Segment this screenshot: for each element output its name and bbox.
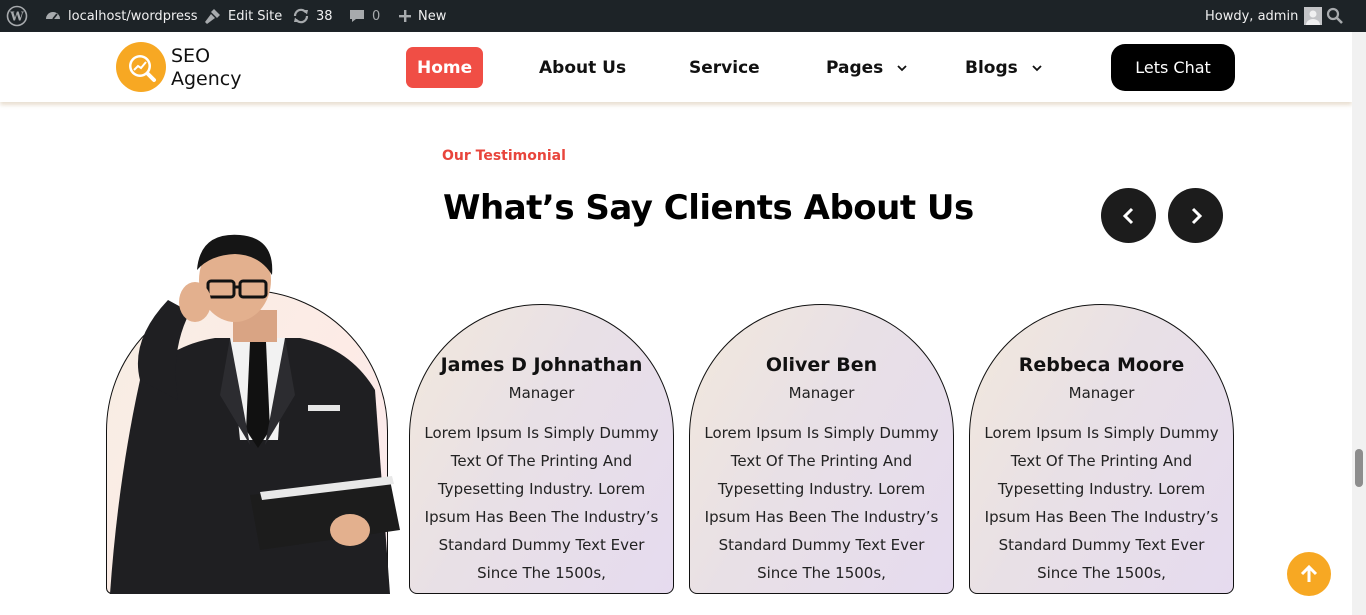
nav-about[interactable]: About Us [539,47,626,88]
section-eyebrow: Our Testimonial [442,148,566,164]
testimonial-name: Rebbeca Moore [1018,354,1185,376]
nav-pages-label: Pages [826,57,884,78]
edit-site-link[interactable]: Edit Site [202,0,282,32]
avatar-icon [1304,7,1323,25]
howdy-text: Howdy, admin [1205,8,1299,24]
nav-about-label: About Us [539,57,627,78]
logo-text[interactable]: SEO Agency [171,45,241,91]
scrollbar-thumb[interactable] [1355,449,1363,487]
chevron-right-icon [1191,207,1202,224]
dashboard-icon [46,12,60,20]
testimonial-card: Oliver Ben Manager Lorem Ipsum Is Simply… [689,304,954,594]
logo-mark[interactable] [116,42,166,92]
testimonial-role: Manager [788,384,855,402]
chevron-down-icon [897,64,907,71]
nav-blogs[interactable]: Blogs [965,47,1042,88]
updates-count: 38 [316,8,333,24]
comment-icon [350,10,364,22]
nav-service[interactable]: Service [689,47,760,88]
logo-line-1: SEO [171,45,211,67]
admin-search-button[interactable] [1326,0,1344,32]
nav-service-label: Service [689,57,760,78]
chevron-left-icon [1122,207,1133,224]
svg-text:W: W [9,10,24,24]
comments-link[interactable]: 0 [348,0,380,32]
plus-icon [399,10,411,22]
arrow-up-icon [1300,564,1318,582]
page-scrollbar[interactable] [1352,32,1366,615]
logo-line-2: Agency [171,68,242,90]
prev-slide-button[interactable] [1101,188,1156,243]
wp-logo-button[interactable]: W [6,0,28,32]
section-title: What’s Say Clients About Us [443,188,974,228]
testimonial-card: Rebbeca Moore Manager Lorem Ipsum Is Sim… [969,304,1234,594]
testimonial-name: James D Johnathan [440,354,643,376]
lets-chat-label: Lets Chat [1135,58,1211,77]
brush-icon [205,9,220,24]
lets-chat-button[interactable]: Lets Chat [1111,44,1235,91]
wordpress-icon: W [6,5,28,27]
refresh-icon [293,8,309,24]
nav-home[interactable]: Home [406,47,484,88]
nav-pages[interactable]: Pages [826,47,907,88]
testimonial-role: Manager [508,384,575,402]
chevron-down-icon [1032,64,1042,71]
comments-count: 0 [372,8,381,24]
search-icon [1326,7,1343,24]
site-name-link[interactable]: localhost/wordpress [44,0,198,32]
magnifier-growth-icon [129,55,156,82]
testimonial-quote: Lorem Ipsum Is Simply Dummy Text Of The … [424,424,659,582]
next-slide-button[interactable] [1168,188,1223,243]
site-header: SEO Agency Home About Us Service Pages B… [0,32,1352,102]
nav-blogs-label: Blogs [965,57,1018,78]
testimonial-quote: Lorem Ipsum Is Simply Dummy Text Of The … [984,424,1219,582]
testimonial-role: Manager [1068,384,1135,402]
testimonial-quote: Lorem Ipsum Is Simply Dummy Text Of The … [704,424,939,582]
new-label: New [418,8,447,24]
updates-link[interactable]: 38 [292,0,333,32]
testimonial-card: James D Johnathan Manager Lorem Ipsum Is… [409,304,674,594]
testimonial-name: Oliver Ben [765,354,878,376]
businessman-image [110,234,400,594]
edit-site-label: Edit Site [228,8,283,24]
nav-home-label: Home [417,57,473,78]
back-to-top-button[interactable] [1287,552,1331,596]
account-menu[interactable]: Howdy, admin [1205,0,1323,32]
new-content-link[interactable]: New [398,0,446,32]
admin-bar: W localhost/wordpress Edit Site 38 0 New… [0,0,1366,32]
site-name: localhost/wordpress [68,8,198,24]
